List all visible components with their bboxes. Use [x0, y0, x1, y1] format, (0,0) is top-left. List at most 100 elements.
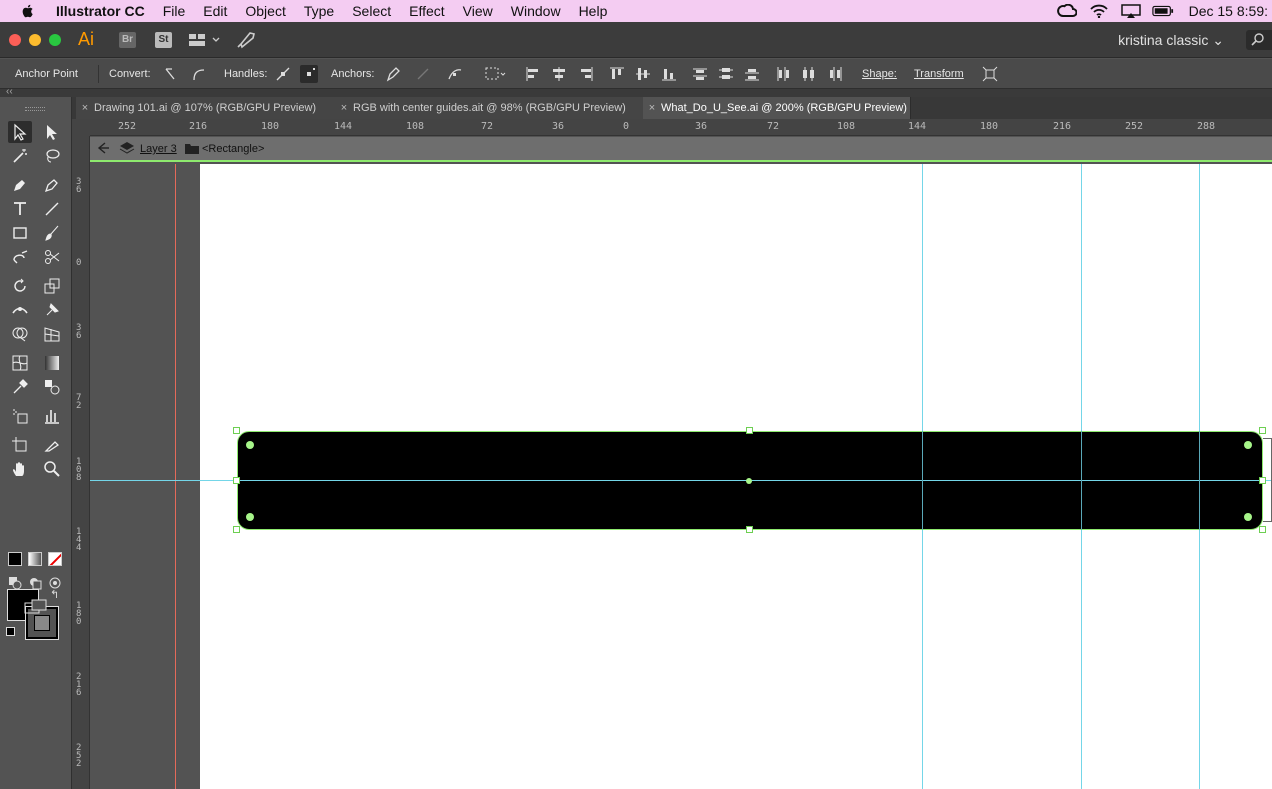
gradient-tool-icon[interactable]	[40, 352, 64, 374]
gradient-mode-icon[interactable]	[28, 552, 42, 566]
collapse-panel-icon[interactable]: ‹‹	[6, 86, 13, 97]
convert-to-smooth-icon[interactable]	[190, 65, 208, 83]
apple-icon[interactable]	[20, 3, 36, 19]
rectangle-tool-icon[interactable]	[8, 222, 32, 244]
align-right-icon[interactable]	[577, 65, 595, 83]
menu-file[interactable]: File	[154, 0, 195, 22]
menu-edit[interactable]: Edit	[194, 0, 236, 22]
menu-type[interactable]: Type	[295, 0, 343, 22]
mesh-tool-icon[interactable]	[8, 352, 32, 374]
live-corner-widget[interactable]	[246, 441, 254, 449]
rotate-tool-icon[interactable]	[8, 275, 32, 297]
ruler-origin[interactable]	[72, 119, 90, 136]
puppet-warp-tool-icon[interactable]	[40, 299, 64, 321]
bounding-box-handle[interactable]	[746, 427, 753, 434]
slice-tool-icon[interactable]	[40, 434, 64, 456]
airplay-icon[interactable]	[1120, 3, 1142, 19]
scissors-tool-icon[interactable]	[40, 246, 64, 268]
blend-tool-icon[interactable]	[40, 376, 64, 398]
align-vertical-center-icon[interactable]	[634, 65, 652, 83]
hide-handles-icon[interactable]	[300, 65, 318, 83]
isolate-selection-icon[interactable]	[484, 65, 506, 83]
symbol-sprayer-tool-icon[interactable]	[8, 405, 32, 427]
distribute-top-icon[interactable]	[691, 65, 709, 83]
vertical-ruler[interactable]: 36 0 36 72 108 144 180 216 252	[72, 136, 90, 789]
cut-path-at-anchor-icon[interactable]	[446, 65, 464, 83]
distribute-horizontal-center-icon[interactable]	[800, 65, 818, 83]
canvas[interactable]	[90, 164, 1272, 789]
menu-effect[interactable]: Effect	[400, 0, 454, 22]
draw-normal-icon[interactable]	[8, 576, 22, 593]
change-screen-mode-icon[interactable]	[24, 599, 48, 618]
width-tool-icon[interactable]	[8, 299, 32, 321]
workspace-switcher[interactable]: kristina classic ⌄	[1118, 32, 1224, 49]
bounding-box-handle[interactable]	[233, 477, 240, 484]
window-maximize-button[interactable]	[49, 34, 61, 46]
curvature-tool-icon[interactable]	[40, 174, 64, 196]
stock-button[interactable]: St	[155, 32, 172, 48]
distribute-bottom-icon[interactable]	[743, 65, 761, 83]
direct-selection-tool-icon[interactable]	[40, 121, 64, 143]
bounding-box-handle[interactable]	[1259, 427, 1266, 434]
draw-behind-icon[interactable]	[28, 576, 42, 593]
close-icon[interactable]: ×	[643, 97, 661, 119]
color-mode-icon[interactable]	[8, 552, 22, 566]
transform-each-icon[interactable]	[981, 65, 999, 83]
panel-grip[interactable]	[25, 107, 45, 111]
bounding-box-handle[interactable]	[1259, 526, 1266, 533]
align-bottom-icon[interactable]	[660, 65, 678, 83]
selection-tool-icon[interactable]	[8, 121, 32, 143]
transform-link[interactable]: Transform	[914, 68, 964, 80]
menu-view[interactable]: View	[454, 0, 502, 22]
zoom-tool-icon[interactable]	[40, 458, 64, 480]
default-fill-stroke-icon[interactable]	[6, 627, 15, 636]
close-icon[interactable]: ×	[335, 97, 353, 119]
align-left-icon[interactable]	[524, 65, 542, 83]
live-corner-widget[interactable]	[246, 513, 254, 521]
menu-app-name[interactable]: Illustrator CC	[50, 0, 154, 22]
perspective-grid-tool-icon[interactable]	[40, 323, 64, 345]
distribute-right-icon[interactable]	[826, 65, 844, 83]
shape-link[interactable]: Shape:	[862, 68, 897, 80]
bridge-button[interactable]: Br	[119, 32, 136, 48]
gpu-performance-icon[interactable]	[236, 31, 256, 52]
back-arrow-icon[interactable]	[96, 141, 112, 158]
battery-icon[interactable]	[1151, 3, 1174, 19]
rotate-widget[interactable]	[1263, 438, 1272, 522]
arrange-documents-icon[interactable]	[188, 32, 222, 51]
align-top-icon[interactable]	[608, 65, 626, 83]
live-corner-widget[interactable]	[1244, 441, 1252, 449]
hand-tool-icon[interactable]	[8, 458, 32, 480]
convert-to-corner-icon[interactable]	[162, 65, 180, 83]
close-icon[interactable]: ×	[76, 97, 94, 119]
bounding-box-handle[interactable]	[746, 526, 753, 533]
scale-tool-icon[interactable]	[40, 275, 64, 297]
eyedropper-tool-icon[interactable]	[8, 376, 32, 398]
menu-window[interactable]: Window	[502, 0, 570, 22]
creative-cloud-icon[interactable]	[1056, 3, 1078, 19]
distribute-vertical-center-icon[interactable]	[717, 65, 735, 83]
menubar-clock[interactable]: Dec 15 8:59:	[1179, 3, 1272, 19]
show-handles-icon[interactable]	[274, 65, 292, 83]
tab-what-do-u-see[interactable]: × What_Do_U_See.ai @ 200% (RGB/GPU Previe…	[643, 97, 911, 119]
tab-drawing-101[interactable]: × Drawing 101.ai @ 107% (RGB/GPU Preview)	[76, 97, 338, 119]
tab-rgb-center-guides[interactable]: × RGB with center guides.ait @ 98% (RGB/G…	[335, 97, 644, 119]
wifi-icon[interactable]	[1088, 3, 1110, 19]
none-mode-icon[interactable]	[48, 552, 62, 566]
live-corner-widget[interactable]	[1244, 513, 1252, 521]
pen-tool-icon[interactable]	[8, 174, 32, 196]
window-minimize-button[interactable]	[29, 34, 41, 46]
menu-object[interactable]: Object	[236, 0, 294, 22]
lasso-tool-icon[interactable]	[40, 145, 64, 167]
remove-anchor-icon[interactable]	[384, 65, 402, 83]
center-point[interactable]	[746, 478, 752, 484]
line-segment-tool-icon[interactable]	[40, 198, 64, 220]
horizontal-ruler[interactable]: 252 216 180 144 108 72 36 0 36 72 108 14…	[90, 119, 1272, 136]
shaper-tool-icon[interactable]	[8, 246, 32, 268]
menu-select[interactable]: Select	[343, 0, 400, 22]
draw-inside-icon[interactable]	[48, 576, 62, 593]
menu-help[interactable]: Help	[570, 0, 617, 22]
connect-endpoints-icon[interactable]	[414, 65, 432, 83]
shape-builder-tool-icon[interactable]	[8, 323, 32, 345]
horizontal-guide[interactable]	[90, 480, 1272, 481]
